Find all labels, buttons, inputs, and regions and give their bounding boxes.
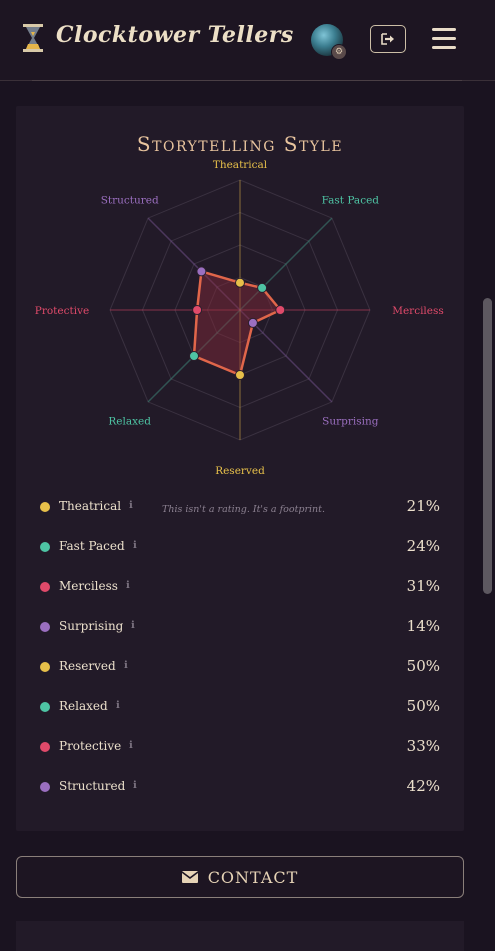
legend-row: Structured ℹ 42% xyxy=(40,776,440,798)
legend-dot xyxy=(40,662,50,672)
legend-label: Structured xyxy=(59,779,126,793)
menu-bar xyxy=(432,37,456,40)
legend-dot xyxy=(40,502,50,512)
radar-axis-label: Surprising xyxy=(322,415,379,427)
legend-label: Fast Paced xyxy=(59,539,125,553)
info-icon[interactable]: ℹ xyxy=(131,620,135,631)
legend-percentage: 50% xyxy=(406,657,440,675)
info-icon[interactable]: ℹ xyxy=(129,500,133,511)
info-icon[interactable]: ℹ xyxy=(133,780,137,791)
radar-point-structured xyxy=(196,266,207,277)
legend-row: Reserved ℹ 50% xyxy=(40,656,440,678)
next-section-card xyxy=(16,921,464,951)
radar-chart: Theatrical Fast Paced Merciless Surprising R… xyxy=(35,159,444,477)
legend-row: Theatrical ℹ 21% xyxy=(40,496,440,518)
legend-row: Surprising ℹ 14% xyxy=(40,616,440,638)
info-icon[interactable]: ℹ xyxy=(124,660,128,671)
radar-axis-label: Merciless xyxy=(392,305,444,317)
radar-axis-label: Fast Paced xyxy=(322,195,380,207)
contact-button[interactable]: CONTACT xyxy=(16,856,464,898)
info-icon[interactable]: ℹ xyxy=(129,740,133,751)
hourglass-icon xyxy=(23,24,43,52)
radar-axis-label: Protective xyxy=(35,305,89,317)
legend-label: Surprising xyxy=(59,619,124,633)
legend-dot xyxy=(40,742,50,752)
legend-percentage: 31% xyxy=(406,577,440,595)
legend-label: Relaxed xyxy=(59,699,108,713)
brand-title[interactable]: Clocktower Tellers xyxy=(56,22,294,48)
contact-label: CONTACT xyxy=(207,867,299,887)
legend-label: Protective xyxy=(59,739,122,753)
info-icon[interactable]: ℹ xyxy=(133,540,137,551)
sign-out-icon xyxy=(381,33,394,45)
radar-point-theatrical xyxy=(235,277,245,288)
radar-axis-label: Reserved xyxy=(215,465,265,477)
legend-percentage: 50% xyxy=(406,697,440,715)
legend-dot xyxy=(40,782,50,792)
legend-row: Fast Paced ℹ 24% xyxy=(40,536,440,558)
legend-dot xyxy=(40,622,50,632)
header-divider xyxy=(32,80,462,81)
legend-row: Relaxed ℹ 50% xyxy=(40,696,440,718)
legend-percentage: 24% xyxy=(406,537,440,555)
legend-percentage: 42% xyxy=(406,777,440,795)
info-icon[interactable]: ℹ xyxy=(116,700,120,711)
radar-axis-label: Relaxed xyxy=(108,415,151,427)
legend-percentage: 21% xyxy=(406,497,440,515)
logout-button[interactable] xyxy=(370,25,406,53)
hamburger-menu-button[interactable] xyxy=(432,28,456,50)
avatar-badge-icon: ⚙ xyxy=(331,44,347,60)
radar-point-protective xyxy=(192,305,203,315)
radar-point-merciless xyxy=(275,305,286,315)
legend-percentage: 33% xyxy=(406,737,440,755)
radar-axis-label: Structured xyxy=(101,195,159,207)
legend-label: Theatrical xyxy=(59,499,122,513)
legend-dot xyxy=(40,582,50,592)
legend-dot xyxy=(40,702,50,712)
envelope-icon xyxy=(181,871,198,883)
radar-point-surprising xyxy=(247,317,258,328)
legend-label: Reserved xyxy=(59,659,116,673)
menu-bar xyxy=(432,28,456,31)
legend-dot xyxy=(40,542,50,552)
radar-point-fast-paced xyxy=(257,282,268,293)
legend-label: Merciless xyxy=(59,579,118,593)
radar-point-reserved xyxy=(235,370,245,380)
menu-bar xyxy=(432,46,456,49)
legend-percentage: 14% xyxy=(406,617,440,635)
scrollbar-thumb[interactable] xyxy=(483,298,492,594)
info-icon[interactable]: ℹ xyxy=(126,580,130,591)
top-header: Clocktower Tellers ⚙ xyxy=(0,0,495,81)
legend-row: Merciless ℹ 31% xyxy=(40,576,440,598)
legend-row: Protective ℹ 33% xyxy=(40,736,440,758)
storytelling-style-card: Storytelling Style Theatrical Fast Paced M… xyxy=(16,106,464,831)
radar-axis-label: Theatrical xyxy=(213,159,268,171)
radar-point-relaxed xyxy=(189,351,199,361)
